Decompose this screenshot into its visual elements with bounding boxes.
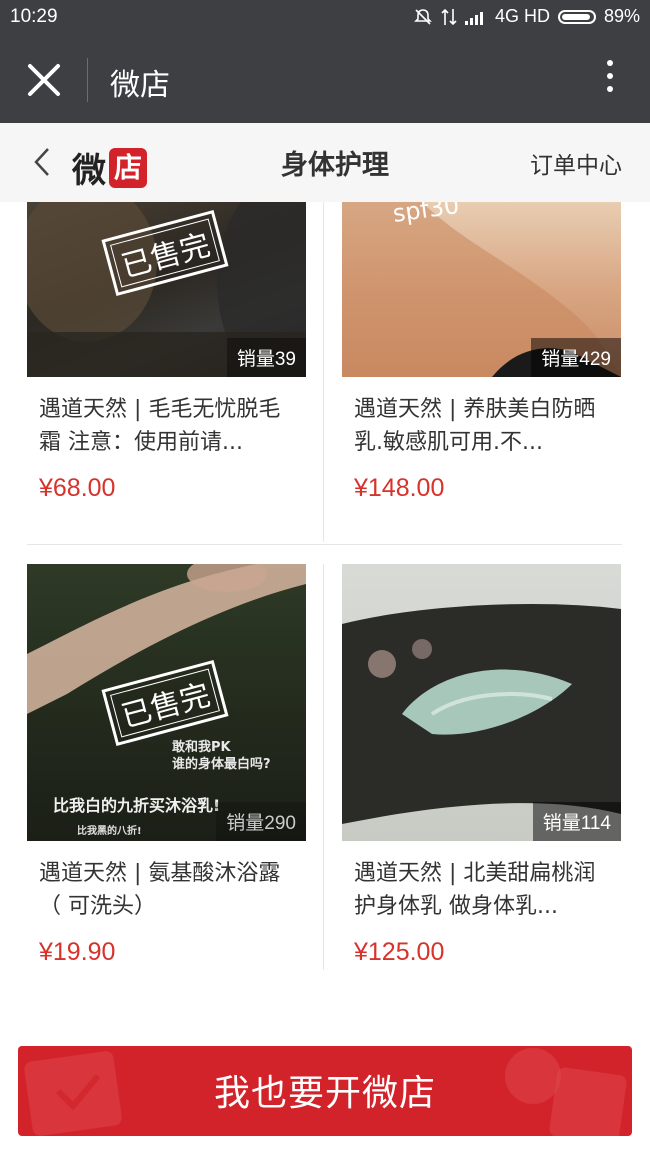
sales-count: 销量429	[531, 338, 621, 377]
product-name[interactable]: 遇道天然 | 毛毛无忧脱毛霜 注意：使用前请...	[39, 393, 297, 459]
product-image[interactable]: 销量114	[342, 564, 621, 841]
product-card[interactable]: 销量114 遇道天然 | 北美甜扁桃润护身体乳 做身体乳... ¥125.00	[342, 564, 621, 970]
open-shop-label: 我也要开微店	[213, 1073, 436, 1114]
product-price: ¥148.00	[354, 474, 445, 502]
more-icon	[607, 60, 613, 66]
product-card[interactable]: spf30 销量429 遇道天然 | 养肤美白防晒乳.敏感肌可用.不... ¥1…	[342, 202, 621, 522]
row-divider	[27, 544, 622, 545]
status-icons: 4G HD 89%	[413, 6, 640, 27]
promo-text: 敢和我PK 谁的身体最白吗?	[172, 740, 271, 772]
battery-level: 89%	[603, 6, 640, 26]
close-icon	[28, 64, 60, 96]
sales-count: 销量290	[216, 802, 306, 841]
app-title: 微店	[110, 68, 170, 103]
product-name[interactable]: 遇道天然 | 北美甜扁桃润护身体乳 做身体乳...	[354, 857, 612, 923]
network-type: 4G HD	[494, 6, 550, 26]
column-divider	[323, 202, 324, 542]
column-divider	[323, 564, 324, 970]
promo-text: 比我黑的八折!	[77, 826, 142, 837]
product-image[interactable]: 已售完 敢和我PK 谁的身体最白吗? 比我白的九折买沐浴乳! 比我黑的八折! 销…	[27, 564, 306, 841]
app-bar-divider	[87, 58, 88, 102]
product-price: ¥125.00	[354, 938, 445, 966]
open-shop-button[interactable]: 我也要开微店	[18, 1046, 632, 1136]
sales-count: 销量39	[226, 338, 306, 377]
more-button[interactable]	[600, 60, 620, 100]
product-image[interactable]: 已售完 销量39	[27, 202, 306, 377]
product-price: ¥68.00	[39, 474, 116, 502]
app-bar: 微店	[0, 36, 650, 123]
data-transfer-icon	[441, 8, 457, 25]
status-bar: 10:29 4G HD 89%	[0, 0, 650, 36]
product-photo	[342, 604, 621, 824]
promo-text: 比我白的九折买沐浴乳!	[53, 796, 221, 815]
status-time: 10:29	[10, 6, 58, 27]
mute-icon	[414, 8, 432, 25]
product-name[interactable]: 遇道天然 | 养肤美白防晒乳.敏感肌可用.不...	[354, 393, 612, 459]
order-center-link[interactable]: 订单中心	[530, 146, 622, 180]
close-button[interactable]	[24, 60, 64, 100]
product-price: ¥19.90	[39, 938, 116, 966]
sales-count: 销量114	[532, 802, 621, 841]
product-image[interactable]: spf30 销量429	[342, 202, 621, 377]
shop-nav-bar: 微 店 身体护理 订单中心	[0, 123, 650, 202]
product-card[interactable]: 已售完 敢和我PK 谁的身体最白吗? 比我白的九折买沐浴乳! 比我黑的八折! 销…	[27, 564, 306, 970]
battery-icon	[557, 9, 596, 24]
product-name[interactable]: 遇道天然 | 氨基酸沐浴露（ 可洗头）	[39, 857, 297, 923]
product-card[interactable]: 已售完 销量39 遇道天然 | 毛毛无忧脱毛霜 注意：使用前请... ¥68.0…	[27, 202, 306, 522]
signal-icon	[464, 11, 483, 25]
